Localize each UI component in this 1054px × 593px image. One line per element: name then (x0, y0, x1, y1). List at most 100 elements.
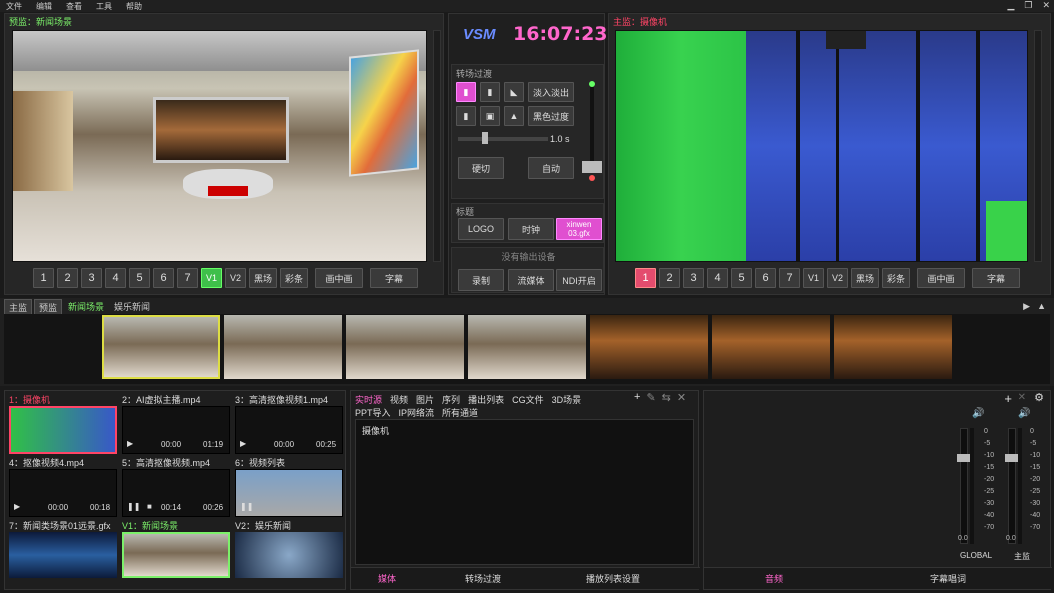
wipe-triangle-icon[interactable]: ▲ (504, 106, 524, 126)
source-5-thumb[interactable]: ❚❚ ■ 00:14 00:26 (122, 469, 230, 517)
auto-button[interactable]: 自动 (528, 157, 574, 179)
scene-thumb-3[interactable] (346, 315, 464, 379)
preview-scrollbar[interactable] (433, 30, 441, 262)
preview-btn-pip[interactable]: 画中画 (315, 268, 363, 288)
wipe-left-icon[interactable]: ▮ (456, 82, 476, 102)
play-icon[interactable]: ▶ (240, 439, 246, 448)
program-btn-6[interactable]: 6 (755, 268, 776, 288)
clock-button[interactable]: 时钟 (508, 218, 554, 240)
preview-btn-v1[interactable]: V1 (201, 268, 222, 288)
scroll-right-icon[interactable]: ▶ (1023, 301, 1030, 312)
preview-btn-colorbar[interactable]: 彩条 (280, 268, 308, 288)
source-7-thumb[interactable] (9, 532, 117, 578)
pause-icon[interactable]: ❚❚ (240, 502, 253, 511)
preview-btn-5[interactable]: 5 (129, 268, 150, 288)
tab-playlist-settings[interactable]: 播放列表设置 (543, 572, 683, 585)
source-v1-thumb[interactable] (122, 532, 230, 578)
program-btn-4[interactable]: 4 (707, 268, 728, 288)
tab-media[interactable]: 媒体 (351, 572, 423, 585)
wipe-center-icon[interactable]: ▮ (480, 82, 500, 102)
wipe-diagonal-icon[interactable]: ◣ (504, 82, 524, 102)
global-speaker-icon[interactable]: 🔊 (972, 408, 984, 419)
program-btn-7[interactable]: 7 (779, 268, 800, 288)
record-button[interactable]: 录制 (458, 269, 504, 291)
preview-screen[interactable] (12, 30, 427, 262)
tab-cg-file[interactable]: CG文件 (512, 393, 544, 406)
program-btn-colorbar[interactable]: 彩条 (882, 268, 910, 288)
source-2-thumb[interactable]: ▶ 00:00 01:19 (122, 406, 230, 454)
wipe-box-icon[interactable]: ▣ (480, 106, 500, 126)
preview-btn-1[interactable]: 1 (33, 268, 54, 288)
ndi-button[interactable]: NDI开启 (556, 269, 602, 291)
tab-audio[interactable]: 音频 (704, 572, 844, 585)
pause-icon[interactable]: ❚❚ (127, 502, 140, 511)
program-screen[interactable] (615, 30, 1028, 262)
main-fader-handle[interactable] (1005, 454, 1019, 462)
add-icon[interactable]: + (634, 391, 640, 404)
tab-transition[interactable]: 转场过渡 (423, 572, 543, 585)
preview-btn-black[interactable]: 黑场 (249, 268, 277, 288)
close-icon[interactable]: ✕ (1042, 0, 1050, 11)
tab-live-source[interactable]: 实时源 (355, 393, 382, 406)
tab-playlist[interactable]: 播出列表 (468, 393, 504, 406)
tab-image[interactable]: 图片 (416, 393, 434, 406)
audio-delete-icon[interactable]: ✕ (1018, 392, 1026, 403)
fade-black-button[interactable]: 黑色过度 (528, 106, 574, 126)
audio-add-icon[interactable]: + (1004, 391, 1012, 406)
duration-slider-handle[interactable] (482, 132, 488, 144)
source-v2-thumb[interactable] (235, 532, 343, 578)
preview-btn-subtitle[interactable]: 字幕 (370, 268, 418, 288)
tab-ip-stream[interactable]: IP网络流 (399, 406, 435, 419)
wipe-split-icon[interactable]: ▮ (456, 106, 476, 126)
preview-btn-v2[interactable]: V2 (225, 268, 246, 288)
global-fader-track[interactable] (960, 428, 968, 544)
link-icon[interactable]: ⇆ (662, 391, 671, 404)
collapse-icon[interactable]: ▲ (1037, 301, 1046, 311)
tab-subtitle-lyrics[interactable]: 字幕唱词 (844, 572, 1052, 585)
preview-btn-2[interactable]: 2 (57, 268, 78, 288)
tab-3d-scene[interactable]: 3D场景 (552, 393, 582, 406)
media-list-item[interactable]: 摄像机 (362, 424, 389, 437)
scene-thumb-5[interactable] (590, 315, 708, 379)
menu-tools[interactable]: 工具 (96, 1, 112, 12)
menu-edit[interactable]: 编辑 (36, 1, 52, 12)
audio-settings-icon[interactable]: ⚙ (1034, 391, 1044, 404)
scene-thumb-4[interactable] (468, 315, 586, 379)
tab-sequence[interactable]: 序列 (442, 393, 460, 406)
preview-btn-3[interactable]: 3 (81, 268, 102, 288)
duration-slider[interactable] (458, 137, 548, 141)
tbar-track[interactable] (590, 83, 594, 163)
play-icon[interactable]: ▶ (127, 439, 133, 448)
scene-thumb-2[interactable] (224, 315, 342, 379)
cut-button[interactable]: 硬切 (458, 157, 504, 179)
stop-icon[interactable]: ■ (147, 502, 152, 511)
tab-video[interactable]: 视频 (390, 393, 408, 406)
edit-icon[interactable]: ✎ (646, 391, 655, 404)
preview-btn-6[interactable]: 6 (153, 268, 174, 288)
gfx-button[interactable]: xinwen 03.gfx (556, 218, 602, 240)
program-btn-5[interactable]: 5 (731, 268, 752, 288)
delete-icon[interactable]: ✕ (677, 391, 686, 404)
tab-ppt-import[interactable]: PPT导入 (355, 406, 391, 419)
source-4-thumb[interactable]: ▶ 00:00 00:18 (9, 469, 117, 517)
play-icon[interactable]: ▶ (14, 502, 20, 511)
tab-all-channels[interactable]: 所有通道 (442, 406, 478, 419)
program-scrollbar[interactable] (1034, 30, 1042, 262)
program-btn-v1[interactable]: V1 (803, 268, 824, 288)
menu-file[interactable]: 文件 (6, 1, 22, 12)
program-btn-pip[interactable]: 画中画 (917, 268, 965, 288)
preview-btn-7[interactable]: 7 (177, 268, 198, 288)
fade-in-out-button[interactable]: 淡入淡出 (528, 82, 574, 102)
program-btn-v2[interactable]: V2 (827, 268, 848, 288)
scene-thumb-7[interactable] (834, 315, 952, 379)
minimize-icon[interactable]: ▁ (1007, 0, 1014, 11)
program-btn-black[interactable]: 黑场 (851, 268, 879, 288)
stream-button[interactable]: 流媒体 (508, 269, 554, 291)
logo-button[interactable]: LOGO (458, 218, 504, 240)
source-3-thumb[interactable]: ▶ 00:00 00:25 (235, 406, 343, 454)
restore-icon[interactable]: ❐ (1024, 0, 1032, 11)
scene-thumb-6[interactable] (712, 315, 830, 379)
scene-thumb-1[interactable] (102, 315, 220, 379)
main-fader-track[interactable] (1008, 428, 1016, 544)
menu-help[interactable]: 帮助 (126, 1, 142, 12)
